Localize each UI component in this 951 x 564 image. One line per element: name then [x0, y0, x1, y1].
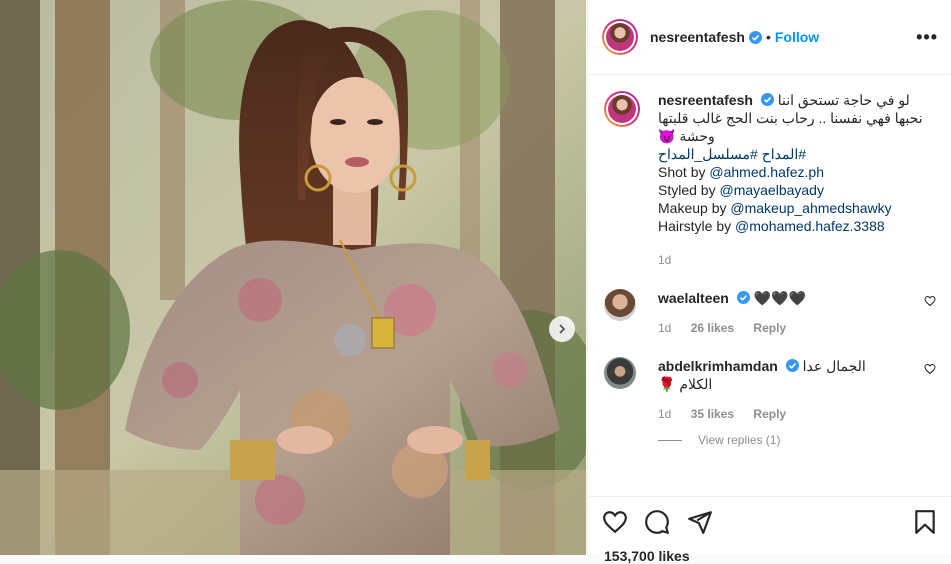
caption-credit-makeup: Makeup by @makeup_ahmedshawky — [658, 200, 892, 216]
author-avatar[interactable] — [602, 19, 638, 55]
commenter-avatar[interactable] — [604, 357, 636, 389]
view-replies-button[interactable]: View replies (1) — [658, 433, 936, 447]
comment-likes[interactable]: 35 likes — [691, 407, 734, 421]
verified-badge-icon — [736, 291, 750, 304]
caption-avatar[interactable] — [604, 91, 640, 127]
caption-line-3: وحشة 😈 — [658, 128, 715, 144]
caption-credit-hair: Hairstyle by @mohamed.hafez.3388 — [658, 218, 885, 234]
comment-time[interactable]: 1d — [658, 321, 671, 335]
caption-credit-shot: Shot by @ahmed.hafez.ph — [658, 164, 824, 180]
hairstyle-by-link[interactable]: @mohamed.hafez.3388 — [735, 218, 885, 234]
comment-item: waelalteen 🖤🖤🖤 1d 26 likes Reply — [604, 289, 936, 337]
comment-username[interactable]: abdelkrimhamdan — [658, 358, 778, 374]
caption-username[interactable]: nesreentafesh — [658, 92, 753, 108]
comment-text-line-2: الكلام 🌹 — [658, 376, 713, 392]
like-comment-heart-icon[interactable] — [924, 295, 936, 307]
follow-button[interactable]: Follow — [775, 29, 819, 45]
comment-item: abdelkrimhamdan الجمال عدا الكلام 🌹 1d 3… — [604, 357, 936, 423]
caption: nesreentafesh لو في حاجة تستحق اننا نحبه… — [604, 91, 936, 269]
reply-button[interactable]: Reply — [753, 407, 786, 421]
comment-bubble-icon[interactable] — [644, 509, 670, 535]
post-detail-panel: nesreentafesh • Follow ••• nesreentafesh — [587, 0, 951, 564]
chevron-right-icon — [559, 324, 566, 334]
comment-text: 🖤🖤🖤 — [753, 290, 806, 306]
author-username[interactable]: nesreentafesh — [650, 29, 745, 45]
likes-count[interactable]: 153,700 likes — [604, 548, 690, 564]
commenter-avatar[interactable] — [604, 289, 636, 321]
makeup-by-link[interactable]: @makeup_ahmedshawky — [730, 200, 891, 216]
verified-badge-icon — [760, 93, 774, 106]
verified-badge-icon — [748, 30, 762, 44]
next-photo-button[interactable] — [549, 316, 575, 342]
view-replies-label: View replies (1) — [698, 433, 781, 447]
separator-dot: • — [765, 29, 771, 45]
caption-hashtags[interactable]: #المداح #مسلسل_المداح — [658, 145, 936, 163]
post-image — [0, 0, 586, 555]
post-header: nesreentafesh • Follow ••• — [588, 0, 951, 75]
comment-time[interactable]: 1d — [658, 407, 671, 421]
comment-text: الجمال عدا — [802, 358, 866, 374]
comment-username[interactable]: waelalteen — [658, 290, 729, 306]
caption-line-2: نحبها فهي نفسنا .. رحاب بنت الحج غالب قل… — [658, 110, 923, 126]
comment-likes[interactable]: 26 likes — [691, 321, 734, 335]
reply-button[interactable]: Reply — [753, 321, 786, 335]
post-photo[interactable] — [0, 0, 586, 555]
replies-divider — [658, 439, 682, 441]
verified-badge-icon — [785, 359, 799, 372]
caption-line-1: لو في حاجة تستحق اننا — [777, 92, 910, 108]
like-comment-heart-icon[interactable] — [924, 363, 936, 375]
shot-by-link[interactable]: @ahmed.hafez.ph — [709, 164, 824, 180]
bookmark-save-icon[interactable] — [912, 509, 938, 535]
caption-credit-styled: Styled by @mayaelbayady — [658, 182, 824, 198]
styled-by-link[interactable]: @mayaelbayady — [719, 182, 824, 198]
caption-time[interactable]: 1d — [658, 253, 671, 267]
action-bar — [588, 496, 951, 555]
share-send-icon[interactable] — [687, 509, 713, 535]
like-heart-icon[interactable] — [602, 509, 628, 535]
comments-list[interactable]: nesreentafesh لو في حاجة تستحق اننا نحبه… — [588, 75, 951, 495]
more-options-icon[interactable]: ••• — [916, 27, 938, 48]
